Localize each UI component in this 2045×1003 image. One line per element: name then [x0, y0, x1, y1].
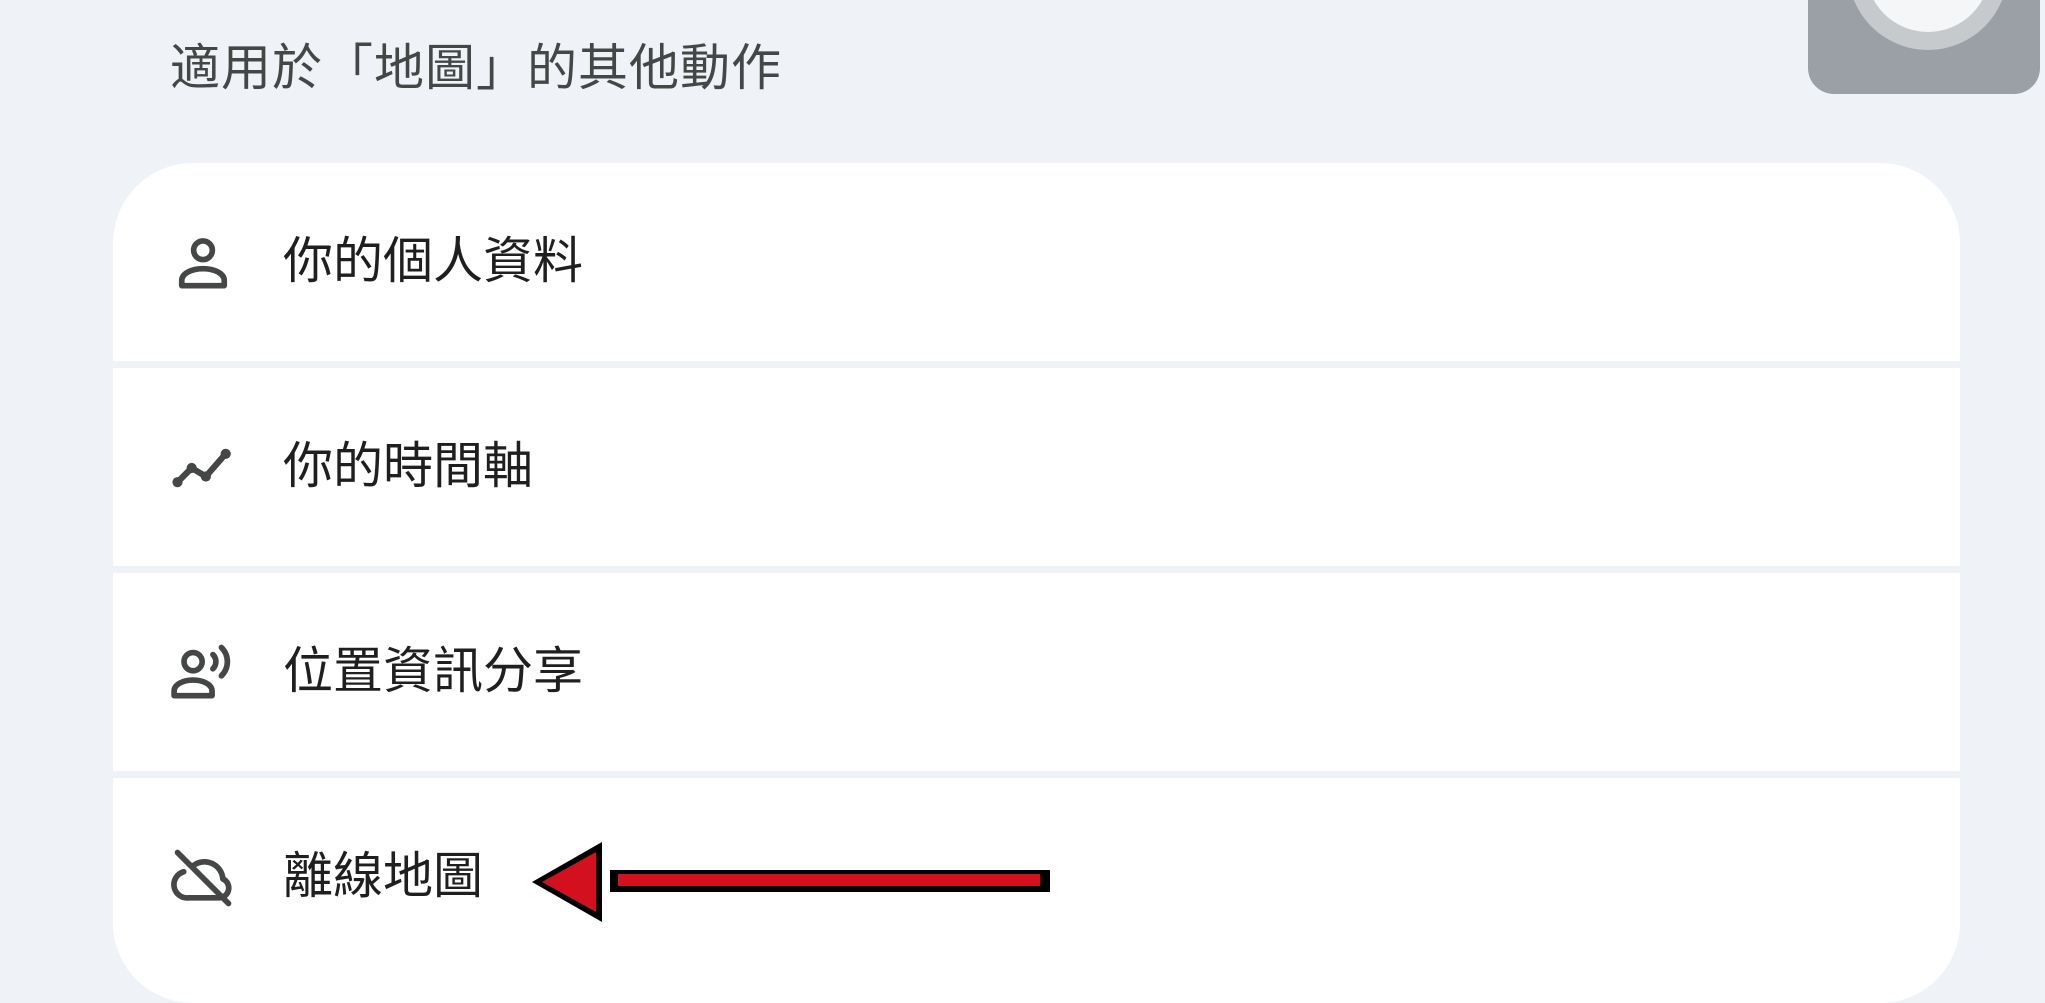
menu-item-location-sharing[interactable]: 位置資訊分享: [113, 573, 1960, 771]
section-title: 適用於「地圖」的其他動作: [170, 39, 782, 97]
menu-item-label: 位置資訊分享: [283, 642, 583, 700]
cloud-off-icon: [169, 844, 237, 912]
menu-item-label: 你的個人資料: [283, 232, 583, 290]
menu-item-timeline[interactable]: 你的時間軸: [113, 368, 1960, 566]
avatar-icon: [1848, 0, 2008, 50]
timeline-icon: [169, 434, 237, 502]
profile-avatar-button[interactable]: [1808, 0, 2040, 94]
person-icon: [169, 229, 237, 297]
menu-item-profile[interactable]: 你的個人資料: [113, 163, 1960, 361]
menu-item-label: 離線地圖: [283, 847, 483, 905]
annotation-arrow-icon: [532, 842, 1050, 922]
menu-item-label: 你的時間軸: [283, 437, 533, 495]
location-sharing-icon: [169, 639, 237, 707]
